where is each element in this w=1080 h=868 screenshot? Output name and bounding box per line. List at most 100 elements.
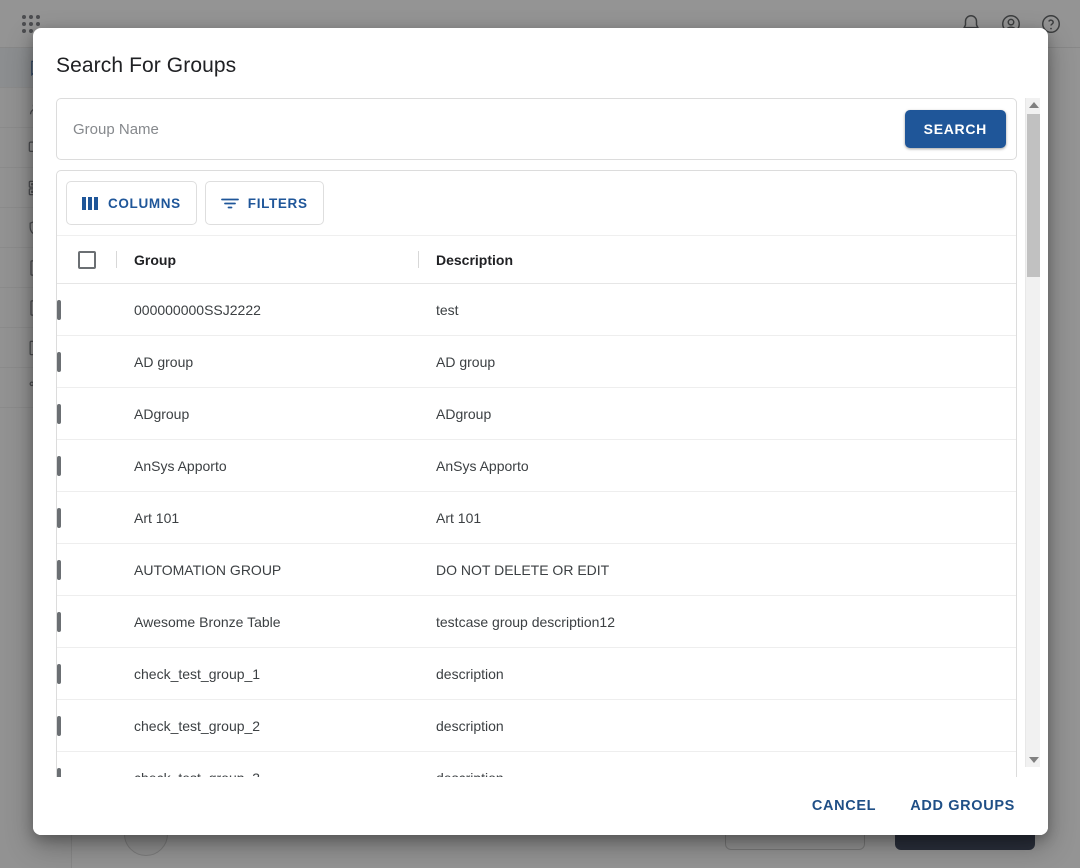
filters-button-label: FILTERS — [248, 196, 308, 211]
row-select-cell — [57, 596, 116, 648]
table-row[interactable]: Awesome Bronze Tabletestcase group descr… — [57, 596, 1016, 648]
table-row[interactable]: 000000000SSJ2222test — [57, 284, 1016, 336]
table-header-row: Group Description — [57, 236, 1016, 284]
cell-description-text: description — [418, 718, 1016, 734]
cell-description-text: ADgroup — [418, 406, 1016, 422]
groups-table: Group Description 000000000SSJ222 — [57, 235, 1016, 777]
dialog-body: SEARCH COLUMNS — [33, 98, 1048, 777]
table-row[interactable]: check_test_group_1description — [57, 648, 1016, 700]
filter-list-icon — [221, 196, 239, 211]
view-column-icon — [82, 196, 99, 211]
cell-group: check_test_group_2 — [116, 700, 418, 752]
cell-description-text: testcase group description12 — [418, 614, 1016, 630]
cell-group-text: 000000000SSJ2222 — [116, 302, 418, 318]
cell-group: AD group — [116, 336, 418, 388]
select-all-checkbox[interactable] — [78, 251, 96, 269]
row-checkbox[interactable] — [57, 664, 61, 684]
row-select-cell — [57, 284, 116, 336]
row-checkbox[interactable] — [57, 716, 61, 736]
table-toolbar: COLUMNS FILTERS — [57, 171, 1016, 235]
cell-description-text: AnSys Apporto — [418, 458, 1016, 474]
row-checkbox[interactable] — [57, 404, 61, 424]
cell-group: check_test_group_1 — [116, 648, 418, 700]
dialog-title: Search For Groups — [33, 28, 1048, 78]
cell-description-text: description — [418, 770, 1016, 778]
cell-group-text: AD group — [116, 354, 418, 370]
row-checkbox[interactable] — [57, 560, 61, 580]
row-select-cell — [57, 388, 116, 440]
dialog-footer: CANCEL ADD GROUPS — [33, 777, 1048, 835]
cell-description: description — [418, 648, 1016, 700]
row-checkbox[interactable] — [57, 300, 61, 320]
scroll-up-arrow-icon[interactable] — [1026, 98, 1041, 112]
cell-description-text: description — [418, 666, 1016, 682]
row-checkbox[interactable] — [57, 508, 61, 528]
row-select-cell — [57, 544, 116, 596]
cell-description-text: AD group — [418, 354, 1016, 370]
cell-group: Art 101 — [116, 492, 418, 544]
row-checkbox[interactable] — [57, 612, 61, 632]
table-row[interactable]: AD groupAD group — [57, 336, 1016, 388]
table-row[interactable]: check_test_group_2description — [57, 700, 1016, 752]
cancel-button[interactable]: CANCEL — [801, 789, 887, 823]
search-button[interactable]: SEARCH — [905, 110, 1006, 148]
table-row[interactable]: Art 101Art 101 — [57, 492, 1016, 544]
table-header: Group Description — [57, 236, 1016, 284]
column-header-description[interactable]: Description — [418, 236, 1016, 284]
cell-description-text: Art 101 — [418, 510, 1016, 526]
cell-group-text: Art 101 — [116, 510, 418, 526]
row-checkbox[interactable] — [57, 352, 61, 372]
cell-description: testcase group description12 — [418, 596, 1016, 648]
filters-button[interactable]: FILTERS — [205, 181, 324, 225]
row-select-cell — [57, 492, 116, 544]
cell-group: Awesome Bronze Table — [116, 596, 418, 648]
cell-description: ADgroup — [418, 388, 1016, 440]
cell-group: check_test_group_3 — [116, 752, 418, 778]
row-select-cell — [57, 336, 116, 388]
cell-group-text: AUTOMATION GROUP — [116, 562, 418, 578]
cell-group: 000000000SSJ2222 — [116, 284, 418, 336]
add-groups-button[interactable]: ADD GROUPS — [899, 789, 1026, 823]
columns-button[interactable]: COLUMNS — [66, 181, 197, 225]
scrollbar-thumb[interactable] — [1027, 114, 1040, 277]
column-header-group[interactable]: Group — [116, 236, 418, 284]
scroll-down-arrow-icon[interactable] — [1026, 753, 1041, 767]
row-select-cell — [57, 700, 116, 752]
columns-button-label: COLUMNS — [108, 196, 181, 211]
row-select-cell — [57, 752, 116, 778]
cell-group: AUTOMATION GROUP — [116, 544, 418, 596]
cell-group-text: check_test_group_3 — [116, 770, 418, 778]
row-checkbox[interactable] — [57, 768, 61, 778]
cell-description: description — [418, 752, 1016, 778]
cell-description: Art 101 — [418, 492, 1016, 544]
cell-description: AnSys Apporto — [418, 440, 1016, 492]
search-for-groups-dialog: Search For Groups SEARCH — [33, 28, 1048, 835]
dialog-scroll-area: SEARCH COLUMNS — [56, 98, 1017, 777]
search-row: SEARCH — [56, 98, 1017, 160]
cell-group: AnSys Apporto — [116, 440, 418, 492]
search-input[interactable] — [57, 99, 905, 159]
cell-description: description — [418, 700, 1016, 752]
cell-group: ADgroup — [116, 388, 418, 440]
row-select-cell — [57, 648, 116, 700]
table-row[interactable]: AnSys ApportoAnSys Apporto — [57, 440, 1016, 492]
cell-description: AD group — [418, 336, 1016, 388]
select-all-header — [57, 236, 116, 284]
cell-group-text: AnSys Apporto — [116, 458, 418, 474]
row-select-cell — [57, 440, 116, 492]
cell-description: DO NOT DELETE OR EDIT — [418, 544, 1016, 596]
table-row[interactable]: check_test_group_3description — [57, 752, 1016, 778]
column-divider — [116, 251, 117, 268]
dialog-scrollbar[interactable] — [1025, 98, 1040, 767]
row-checkbox[interactable] — [57, 456, 61, 476]
column-divider — [418, 251, 419, 268]
cell-group-text: Awesome Bronze Table — [116, 614, 418, 630]
table-row[interactable]: ADgroupADgroup — [57, 388, 1016, 440]
table-panel: COLUMNS FILTERS — [56, 170, 1017, 777]
cell-group-text: check_test_group_2 — [116, 718, 418, 734]
cell-group-text: ADgroup — [116, 406, 418, 422]
cell-description-text: DO NOT DELETE OR EDIT — [418, 562, 1016, 578]
table-row[interactable]: AUTOMATION GROUPDO NOT DELETE OR EDIT — [57, 544, 1016, 596]
column-header-description-label: Description — [436, 252, 513, 268]
cell-description: test — [418, 284, 1016, 336]
